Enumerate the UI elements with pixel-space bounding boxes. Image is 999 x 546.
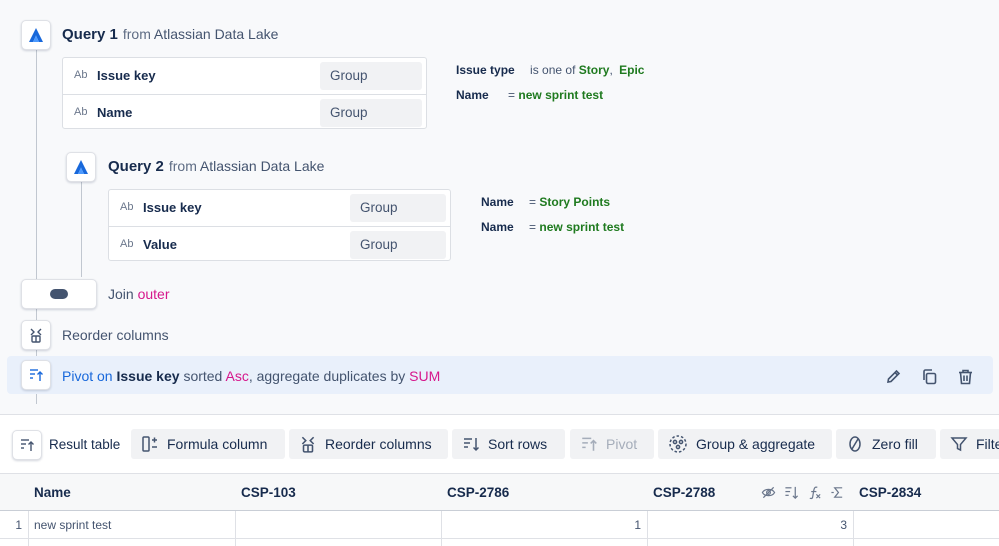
pipeline-connector (36, 48, 37, 280)
sort-column-icon[interactable] (784, 485, 799, 500)
join-outer-icon (50, 289, 68, 299)
field-row[interactable]: Ab Issue key Group (109, 190, 450, 226)
pencil-icon (886, 369, 900, 383)
edit-step-button[interactable] (883, 366, 903, 386)
query2-connector (81, 181, 82, 277)
duplicate-step-button[interactable] (919, 366, 939, 386)
atlassian-logo-icon (66, 152, 96, 182)
text-type-icon: Ab (120, 201, 134, 213)
hide-column-icon[interactable] (761, 485, 776, 500)
pivot-icon[interactable] (21, 360, 51, 390)
join-step-label[interactable]: Join outer (108, 286, 170, 302)
field-name: Issue key (143, 200, 202, 215)
result-table-label: Result table (49, 437, 121, 452)
aggregate-sum-icon[interactable] (830, 485, 845, 500)
formula-column-button[interactable]: Formula column (131, 429, 285, 459)
table-cell[interactable]: 3 (647, 511, 854, 539)
trash-icon (958, 369, 972, 384)
text-type-icon: Ab (120, 238, 134, 250)
pivot-button[interactable]: Pivot (570, 429, 654, 459)
field-name: Name (97, 105, 133, 120)
aggregation-select[interactable]: Group (350, 231, 446, 259)
field-row[interactable]: Ab Name Group (63, 94, 426, 131)
table-cell[interactable] (235, 511, 442, 539)
filter-button[interactable]: Filter (940, 429, 999, 459)
table-cell[interactable]: 1 (441, 511, 648, 539)
table-cell[interactable] (853, 511, 999, 539)
field-row[interactable]: Ab Issue key Group (63, 58, 426, 94)
group-aggregate-icon (669, 435, 687, 453)
pivot-step-label[interactable]: Pivot on Issue key sorted Asc, aggregate… (62, 368, 440, 384)
column-header-actions (761, 485, 845, 500)
delete-step-button[interactable] (955, 366, 975, 386)
atlassian-logo-icon (21, 20, 51, 50)
pivot-icon (582, 437, 597, 451)
field-row[interactable]: Ab Value Group (109, 226, 450, 263)
reorder-step-label[interactable]: Reorder columns (62, 327, 169, 343)
query2-fields: Ab Issue key Group Ab Value Group (108, 189, 451, 261)
reorder-columns-icon (301, 436, 315, 453)
row-number-header (0, 474, 29, 511)
aggregation-select[interactable]: Group (320, 99, 422, 127)
field-name: Issue key (97, 68, 156, 83)
copy-icon (922, 368, 936, 384)
query2-title[interactable]: Query 2 from Atlassian Data Lake (108, 158, 324, 175)
query1-filter-issue-type[interactable]: Issue type is one of Story, Epic (456, 63, 644, 77)
text-type-icon: Ab (74, 69, 88, 81)
query2-filter-name[interactable]: Name = Story Points (481, 195, 610, 209)
zero-fill-icon (849, 436, 861, 452)
formula-icon[interactable] (807, 485, 822, 500)
reorder-columns-button[interactable]: Reorder columns (289, 429, 448, 459)
query1-title[interactable]: Query 1 from Atlassian Data Lake (62, 26, 278, 43)
query2-filter-sprint[interactable]: Name = new sprint test (481, 220, 624, 234)
result-table-icon[interactable] (12, 430, 42, 460)
aggregation-select[interactable]: Group (350, 194, 446, 222)
join-step-icon[interactable] (21, 279, 97, 309)
aggregation-select[interactable]: Group (320, 62, 422, 90)
field-name: Value (143, 237, 177, 252)
row-number: 1 (0, 511, 29, 539)
reorder-columns-icon[interactable] (21, 320, 51, 350)
table-cell[interactable]: new sprint test (28, 511, 236, 539)
result-toolbar: Result table Formula column Reorder colu… (0, 414, 999, 474)
query1-filter-name[interactable]: Name = new sprint test (456, 88, 603, 102)
column-header-csp-2834[interactable]: CSP-2834 (853, 474, 999, 511)
filter-icon (950, 437, 968, 452)
result-table: Name CSP-103 CSP-2786 CSP-2788 CSP-2834 … (0, 473, 999, 546)
text-type-icon: Ab (74, 106, 88, 118)
column-header-name[interactable]: Name (28, 474, 236, 511)
sort-icon (464, 438, 480, 452)
sort-rows-button[interactable]: Sort rows (452, 429, 565, 459)
group-aggregate-button[interactable]: Group & aggregate (658, 429, 832, 459)
column-header-csp-2786[interactable]: CSP-2786 (441, 474, 648, 511)
column-header-csp-103[interactable]: CSP-103 (235, 474, 442, 511)
query1-fields: Ab Issue key Group Ab Name Group (62, 57, 427, 129)
formula-column-icon (142, 436, 157, 452)
zero-fill-button[interactable]: Zero fill (836, 429, 936, 459)
